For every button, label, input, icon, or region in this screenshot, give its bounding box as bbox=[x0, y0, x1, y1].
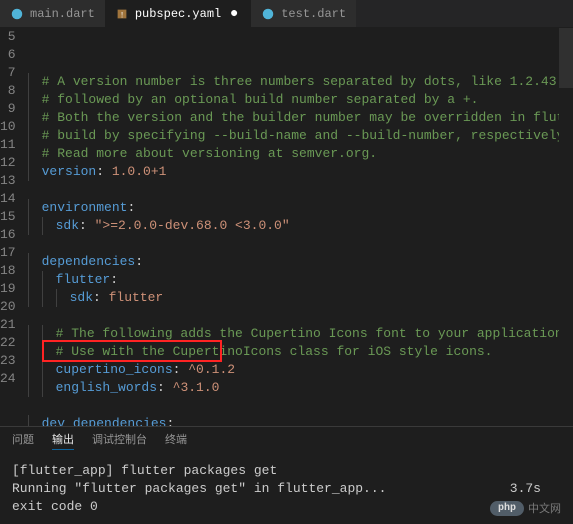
tab-main-dart[interactable]: main.dart bbox=[0, 0, 105, 27]
watermark-badge: php bbox=[490, 501, 524, 516]
line-number: 7 bbox=[0, 64, 16, 82]
code-line[interactable]: environment: bbox=[28, 199, 573, 217]
line-number: 23 bbox=[0, 352, 16, 370]
code-line[interactable]: # followed by an optional build number s… bbox=[28, 91, 573, 109]
line-number: 13 bbox=[0, 172, 16, 190]
dirty-indicator-icon[interactable]: ● bbox=[227, 7, 241, 21]
code-line[interactable]: flutter: bbox=[28, 271, 573, 289]
code-line[interactable] bbox=[28, 181, 573, 199]
line-number: 8 bbox=[0, 82, 16, 100]
output-line: exit code 0 bbox=[12, 498, 561, 516]
code-line[interactable] bbox=[28, 307, 573, 325]
svg-text:!: ! bbox=[121, 10, 124, 19]
minimap-slider[interactable] bbox=[559, 28, 573, 88]
panel-tab-bar: 问题 输出 调试控制台 终端 bbox=[0, 427, 573, 454]
code-line[interactable] bbox=[28, 235, 573, 253]
tab-test-dart[interactable]: test.dart bbox=[251, 0, 356, 27]
code-line[interactable]: # Read more about versioning at semver.o… bbox=[28, 145, 573, 163]
code-line[interactable]: dependencies: bbox=[28, 253, 573, 271]
code-line[interactable]: version: 1.0.0+1 bbox=[28, 163, 573, 181]
panel-tab-debug-console[interactable]: 调试控制台 bbox=[92, 431, 147, 450]
line-number: 16 bbox=[0, 226, 16, 244]
line-number: 24 bbox=[0, 370, 16, 388]
line-number: 14 bbox=[0, 190, 16, 208]
line-number-gutter: 56789101112131415161718192021222324 bbox=[0, 28, 28, 426]
editor[interactable]: 56789101112131415161718192021222324 # A … bbox=[0, 28, 573, 426]
code-line[interactable]: sdk: ">=2.0.0-dev.68.0 <3.0.0" bbox=[28, 217, 573, 235]
dart-icon bbox=[261, 7, 275, 21]
code-line[interactable]: sdk: flutter bbox=[28, 289, 573, 307]
output-line: Running "flutter packages get" in flutte… bbox=[12, 480, 561, 498]
code-line[interactable]: # A version number is three numbers sepa… bbox=[28, 73, 573, 91]
tab-label: main.dart bbox=[30, 7, 95, 21]
line-number: 5 bbox=[0, 28, 16, 46]
panel-tab-terminal[interactable]: 终端 bbox=[165, 431, 187, 450]
bottom-panel: 问题 输出 调试控制台 终端 [flutter_app] flutter pac… bbox=[0, 426, 573, 524]
line-number: 12 bbox=[0, 154, 16, 172]
line-number: 21 bbox=[0, 316, 16, 334]
line-number: 15 bbox=[0, 208, 16, 226]
code-line[interactable]: # build by specifying --build-name and -… bbox=[28, 127, 573, 145]
dart-icon bbox=[10, 7, 24, 21]
panel-tab-problems[interactable]: 问题 bbox=[12, 431, 34, 450]
code-line[interactable]: # Both the version and the builder numbe… bbox=[28, 109, 573, 127]
code-area[interactable]: # A version number is three numbers sepa… bbox=[28, 28, 573, 426]
line-number: 11 bbox=[0, 136, 16, 154]
code-line[interactable]: english_words: ^3.1.0 bbox=[28, 379, 573, 397]
line-number: 17 bbox=[0, 244, 16, 262]
watermark-text: 中文网 bbox=[528, 500, 561, 516]
line-number: 6 bbox=[0, 46, 16, 64]
tab-label: test.dart bbox=[281, 7, 346, 21]
output-content[interactable]: [flutter_app] flutter packages getRunnin… bbox=[0, 454, 573, 524]
code-line[interactable]: # Use with the CupertinoIcons class for … bbox=[28, 343, 573, 361]
line-number: 10 bbox=[0, 118, 16, 136]
code-line[interactable]: # The following adds the Cupertino Icons… bbox=[28, 325, 573, 343]
line-number: 20 bbox=[0, 298, 16, 316]
yaml-icon: ! bbox=[115, 7, 129, 21]
output-line: [flutter_app] flutter packages get bbox=[12, 462, 561, 480]
minimap[interactable] bbox=[559, 28, 573, 426]
watermark: php 中文网 bbox=[490, 500, 561, 516]
tab-pubspec-yaml[interactable]: ! pubspec.yaml ● bbox=[105, 0, 251, 27]
line-number: 19 bbox=[0, 280, 16, 298]
line-number: 18 bbox=[0, 262, 16, 280]
tab-bar: main.dart ! pubspec.yaml ● test.dart bbox=[0, 0, 573, 28]
tab-label: pubspec.yaml bbox=[135, 7, 221, 21]
code-line[interactable]: cupertino_icons: ^0.1.2 bbox=[28, 361, 573, 379]
panel-tab-output[interactable]: 输出 bbox=[52, 431, 74, 450]
code-line[interactable] bbox=[28, 397, 573, 415]
code-line[interactable]: dev_dependencies: bbox=[28, 415, 573, 426]
line-number: 9 bbox=[0, 100, 16, 118]
line-number: 22 bbox=[0, 334, 16, 352]
